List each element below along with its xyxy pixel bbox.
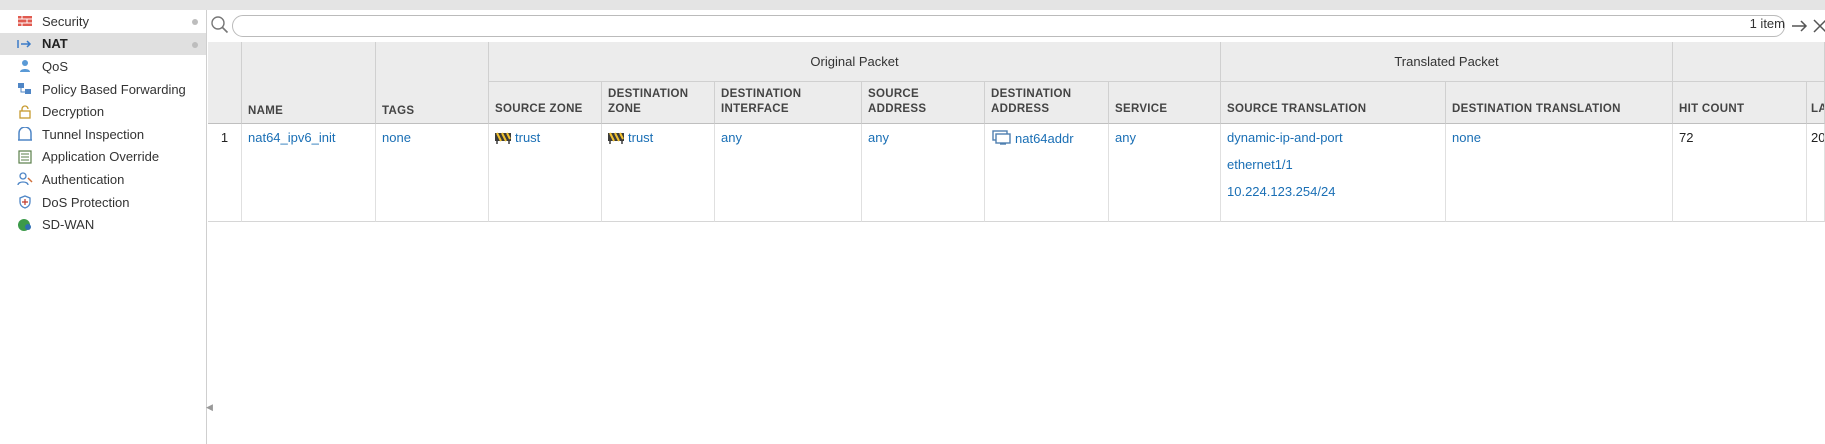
zone-icon	[495, 132, 511, 144]
sidebar-item-authentication[interactable]: Authentication	[0, 168, 206, 191]
group-header-extra	[1673, 42, 1825, 82]
sidebar-item-security[interactable]: Security	[0, 10, 206, 33]
status-dot	[192, 19, 198, 25]
column-header-source-zone[interactable]: SOURCE ZONE	[489, 82, 602, 124]
status-dot	[192, 41, 198, 48]
source-translation-cell[interactable]: dynamic-ip-and-port ethernet1/1 10.224.1…	[1221, 124, 1446, 222]
sidebar-item-label: Policy Based Forwarding	[42, 81, 186, 97]
filter-input[interactable]	[232, 15, 1785, 37]
hit-count-cell: 72	[1673, 124, 1807, 222]
app-override-icon	[16, 149, 34, 165]
address-object-icon	[992, 130, 1011, 145]
row-index: 1	[208, 124, 242, 222]
sidebar-item-label: Tunnel Inspection	[42, 126, 145, 142]
column-header-destination-interface[interactable]: DESTINATION INTERFACE	[715, 82, 862, 124]
sidebar-item-label: QoS	[42, 58, 69, 74]
zone-icon	[608, 132, 624, 144]
rule-name-link[interactable]: nat64_ipv6_init	[242, 124, 376, 222]
column-header-tags[interactable]: TAGS	[376, 42, 489, 124]
sidebar-item-decryption[interactable]: Decryption	[0, 100, 206, 123]
security-icon	[16, 13, 34, 29]
sidebar-item-label: Security	[42, 13, 89, 29]
pbf-icon	[16, 81, 34, 97]
column-header-service[interactable]: SERVICE	[1109, 82, 1221, 124]
source-translation-interface[interactable]: ethernet1/1	[1227, 157, 1439, 184]
sidebar-item-pbf[interactable]: Policy Based Forwarding	[0, 78, 206, 101]
tags-cell[interactable]: none	[376, 124, 489, 222]
sidebar-item-label: Application Override	[42, 149, 160, 165]
destination-translation-cell[interactable]: none	[1446, 124, 1673, 222]
service-cell[interactable]: any	[1109, 124, 1221, 222]
qos-icon	[16, 58, 34, 74]
source-translation-type[interactable]: dynamic-ip-and-port	[1227, 130, 1439, 157]
authentication-icon	[16, 171, 34, 187]
column-header-source-address[interactable]: SOURCE ADDRESS	[862, 82, 985, 124]
column-header-name[interactable]: NAME	[242, 42, 376, 124]
destination-address-cell[interactable]: nat64addr	[985, 124, 1109, 222]
filter-bar: 1 item	[208, 10, 1825, 42]
top-bar	[0, 0, 1825, 10]
source-address-cell[interactable]: any	[862, 124, 985, 222]
column-header-destination-address[interactable]: DESTINATION ADDRESS	[985, 82, 1109, 124]
sidebar-item-label: SD-WAN	[42, 217, 95, 233]
group-header-original-packet: Original Packet	[489, 42, 1221, 82]
sidebar-item-label: NAT	[42, 36, 68, 52]
search-icon	[210, 15, 230, 35]
column-header-destination-zone[interactable]: DESTINATION ZONE	[602, 82, 715, 124]
apply-filter-button[interactable]	[1790, 16, 1810, 36]
sidebar-item-label: Authentication	[42, 171, 125, 187]
destination-interface-cell[interactable]: any	[715, 124, 862, 222]
last-cell: 20	[1807, 124, 1825, 222]
policies-sidebar: Security NAT QoS Policy Based Forwarding…	[0, 10, 207, 444]
sidebar-item-nat[interactable]: NAT	[0, 32, 206, 56]
sidebar-item-label: DoS Protection	[42, 194, 130, 210]
sidebar-item-qos[interactable]: QoS	[0, 55, 206, 78]
sidebar-item-label: Decryption	[42, 104, 105, 120]
sidebar-item-dos-protection[interactable]: DoS Protection	[0, 191, 206, 214]
column-header-destination-translation[interactable]: DESTINATION TRANSLATION	[1446, 82, 1673, 124]
sidebar-item-tunnel-inspection[interactable]: Tunnel Inspection	[0, 123, 206, 146]
destination-zone-cell[interactable]: trust	[602, 124, 715, 222]
group-header-translated-packet: Translated Packet	[1221, 42, 1673, 82]
column-header-source-translation[interactable]: SOURCE TRANSLATION	[1221, 82, 1446, 124]
nat-icon	[16, 36, 34, 52]
sdwan-icon	[16, 217, 34, 233]
lock-icon	[16, 104, 34, 120]
tunnel-icon	[16, 126, 34, 142]
source-translation-address[interactable]: 10.224.123.254/24	[1227, 184, 1439, 211]
item-count: 1 item	[1749, 16, 1785, 31]
shield-icon	[16, 194, 34, 210]
column-header-hit-count[interactable]: HIT COUNT	[1673, 82, 1807, 124]
row-number-header	[208, 42, 242, 124]
column-header-last[interactable]: LA	[1807, 82, 1825, 124]
sidebar-item-application-override[interactable]: Application Override	[0, 146, 206, 169]
sidebar-item-sd-wan[interactable]: SD-WAN	[0, 213, 206, 236]
clear-filter-icon[interactable]	[1812, 16, 1825, 36]
source-zone-cell[interactable]: trust	[489, 124, 602, 222]
nat-policy-panel: 1 item NAME TAGS Original Packet Transla…	[208, 10, 1825, 444]
